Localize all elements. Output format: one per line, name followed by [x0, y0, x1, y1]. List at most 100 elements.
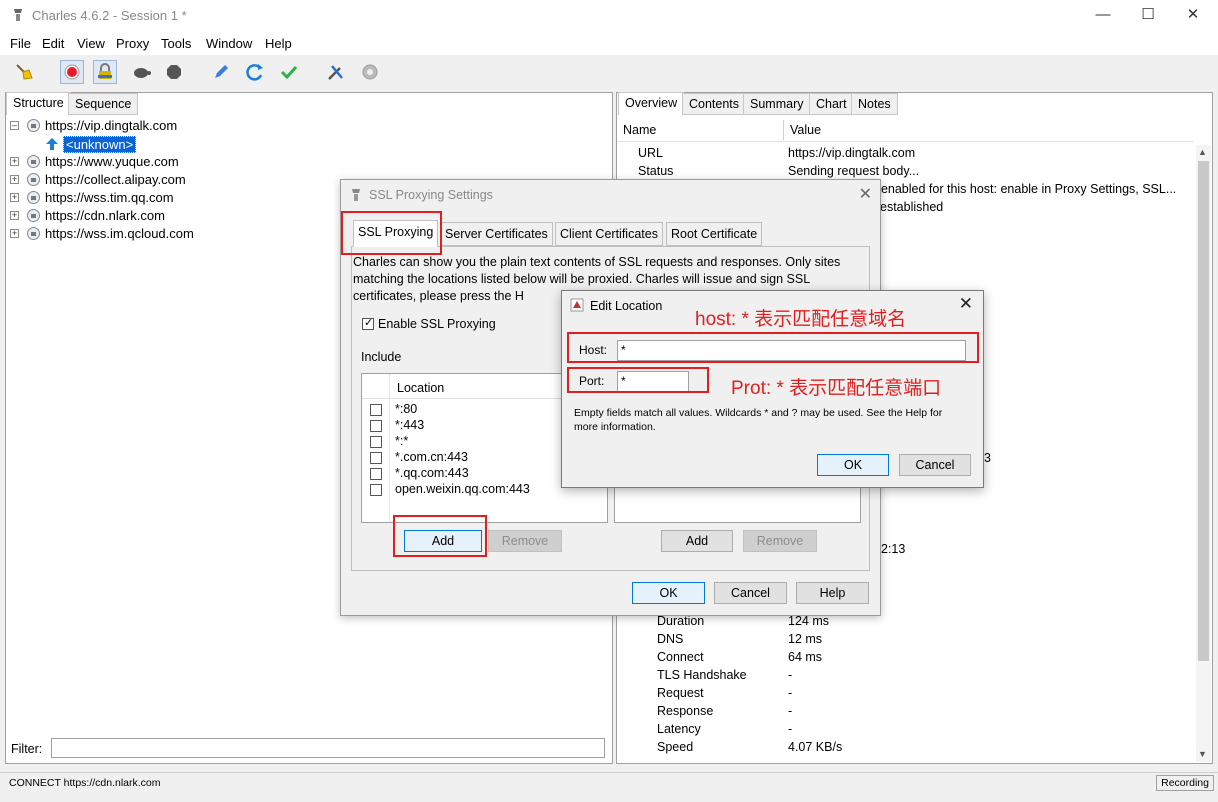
dialog-title: Edit Location: [590, 299, 663, 313]
tools-icon[interactable]: [324, 60, 348, 84]
lock-globe-icon: [27, 209, 40, 222]
filter-row: Filter:: [5, 737, 613, 761]
expand-icon[interactable]: +: [10, 211, 19, 220]
timing-name: Latency: [657, 722, 701, 736]
filter-input[interactable]: [51, 738, 605, 758]
overview-scrollbar[interactable]: ▲ ▼: [1196, 145, 1211, 762]
location-item[interactable]: *.qq.com:443: [395, 466, 469, 480]
window-title: Charles 4.6.2 - Session 1 *: [32, 8, 187, 23]
lock-globe-icon: [27, 119, 40, 132]
broom-clear-icon[interactable]: [12, 60, 36, 84]
menu-tools[interactable]: Tools: [161, 36, 191, 51]
tree-node-label: <unknown>: [63, 136, 137, 153]
upload-arrow-icon: [46, 138, 58, 150]
menu-view[interactable]: View: [77, 36, 105, 51]
annotation-port-note: Prot: * 表示匹配任意端口: [731, 378, 942, 399]
validate-check-icon[interactable]: [277, 60, 301, 84]
location-checkbox[interactable]: [370, 420, 382, 432]
location-checkbox[interactable]: [370, 452, 382, 464]
overview-row-value: t enabled for this host: enable in Proxy…: [874, 182, 1177, 196]
location-item[interactable]: open.weixin.qq.com:443: [395, 482, 530, 496]
tree-node-label: https://www.yuque.com: [45, 154, 179, 169]
tab-contents[interactable]: Contents: [682, 93, 747, 115]
menu-file[interactable]: File: [10, 36, 31, 51]
expand-icon[interactable]: +: [10, 175, 19, 184]
breakpoints-stop-icon[interactable]: [162, 60, 186, 84]
throttle-turtle-icon[interactable]: [129, 60, 153, 84]
scroll-down-icon[interactable]: ▼: [1198, 749, 1207, 759]
ssl-ok-button[interactable]: OK: [632, 582, 705, 604]
close-icon[interactable]: ✕: [1178, 4, 1208, 26]
annotation-box-add-button: [393, 515, 487, 557]
timing-name: Connect: [657, 650, 704, 664]
close-icon[interactable]: ✕: [959, 294, 973, 314]
scroll-thumb[interactable]: [1198, 161, 1209, 661]
dialog-title: SSL Proxying Settings: [369, 188, 493, 202]
ssl-help-button[interactable]: Help: [796, 582, 869, 604]
tab-root-certificate[interactable]: Root Certificate: [666, 222, 763, 246]
tab-client-certificates[interactable]: Client Certificates: [555, 222, 663, 246]
settings-gear-icon[interactable]: [358, 60, 382, 84]
minimize-icon[interactable]: —: [1088, 4, 1118, 26]
tree-node-label: https://collect.alipay.com: [45, 172, 186, 187]
collapse-icon[interactable]: –: [10, 121, 19, 130]
recording-badge[interactable]: Recording: [1156, 775, 1214, 791]
filter-label: Filter:: [11, 742, 43, 756]
annotation-box-host: [567, 332, 979, 363]
overview-row-name: Status: [638, 164, 674, 178]
tab-chart[interactable]: Chart: [809, 93, 854, 115]
tab-structure[interactable]: Structure: [6, 92, 71, 115]
exclude-add-button[interactable]: Add: [661, 530, 733, 552]
tab-sequence[interactable]: Sequence: [68, 93, 139, 115]
menu-edit[interactable]: Edit: [42, 36, 64, 51]
tab-server-certificates[interactable]: Server Certificates: [440, 222, 553, 246]
menu-bar: File Edit View Proxy Tools Window Help: [0, 31, 1218, 55]
tree-node-label: https://vip.dingtalk.com: [45, 118, 178, 133]
menu-help[interactable]: Help: [265, 36, 292, 51]
edit-ok-button[interactable]: OK: [817, 454, 889, 476]
menu-proxy[interactable]: Proxy: [116, 36, 149, 51]
close-icon[interactable]: ✕: [859, 184, 872, 204]
annotation-box-ssl-tab: [341, 211, 442, 255]
location-item[interactable]: *.com.cn:443: [395, 450, 468, 464]
location-checkbox[interactable]: [370, 468, 382, 480]
include-label: Include: [361, 350, 402, 364]
timing-value: -: [788, 668, 793, 682]
toolbar: [0, 55, 1218, 89]
include-remove-button[interactable]: Remove: [488, 530, 562, 552]
location-item[interactable]: *:*: [395, 434, 408, 448]
annotation-box-port: [567, 367, 709, 393]
timing-name: DNS: [657, 632, 684, 646]
menu-window[interactable]: Window: [206, 36, 252, 51]
tab-notes[interactable]: Notes: [851, 93, 898, 115]
compose-pen-icon[interactable]: [209, 60, 233, 84]
expand-icon[interactable]: +: [10, 229, 19, 238]
location-checkbox[interactable]: [370, 436, 382, 448]
tab-overview[interactable]: Overview: [618, 92, 685, 115]
enable-ssl-checkbox[interactable]: [362, 316, 374, 330]
ssl-proxying-lock-icon[interactable]: [93, 60, 117, 84]
maximize-icon[interactable]: ☐: [1133, 4, 1163, 26]
timing-name: Request: [657, 686, 704, 700]
location-item[interactable]: *:80: [395, 402, 417, 416]
timing-value: -: [788, 722, 793, 736]
wildcard-note: Empty fields match all values. Wildcards…: [574, 407, 943, 433]
tree-node-label: https://wss.tim.qq.com: [45, 190, 174, 205]
java-app-icon: [570, 298, 584, 312]
expand-icon[interactable]: +: [10, 157, 19, 166]
location-item[interactable]: *:443: [395, 418, 424, 432]
exclude-remove-button[interactable]: Remove: [743, 530, 817, 552]
timing-name: TLS Handshake: [657, 668, 747, 682]
scroll-up-icon[interactable]: ▲: [1198, 147, 1207, 157]
location-checkbox[interactable]: [370, 484, 382, 496]
tab-summary[interactable]: Summary: [743, 93, 811, 115]
expand-icon[interactable]: +: [10, 193, 19, 202]
charles-app-icon: [14, 9, 22, 21]
repeat-refresh-icon[interactable]: [243, 60, 267, 84]
location-checkbox[interactable]: [370, 404, 382, 416]
lock-globe-icon: [27, 155, 40, 168]
record-button-icon[interactable]: [60, 60, 84, 84]
ssl-cancel-button[interactable]: Cancel: [714, 582, 787, 604]
column-value: Value: [790, 123, 822, 137]
edit-cancel-button[interactable]: Cancel: [899, 454, 971, 476]
